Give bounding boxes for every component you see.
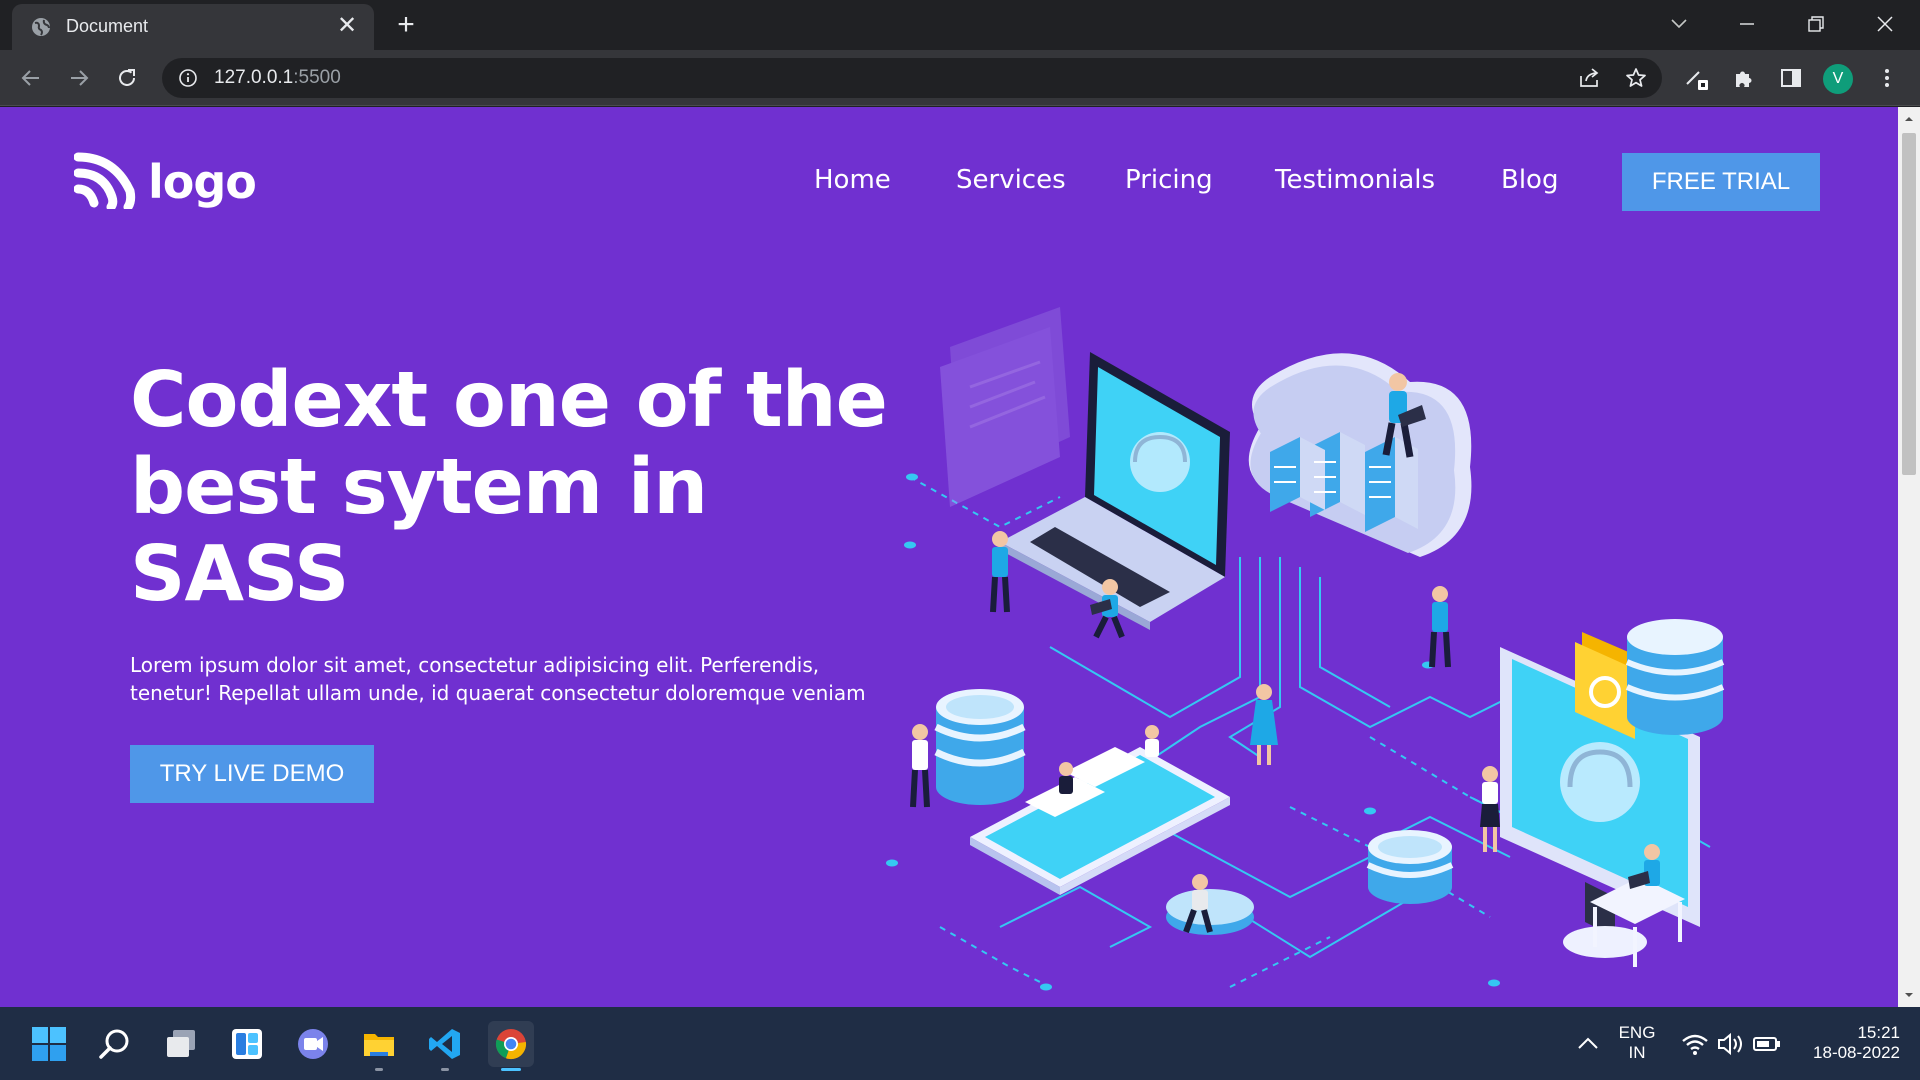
chrome-icon (495, 1029, 527, 1060)
widgets-icon (232, 1029, 262, 1059)
profile-avatar[interactable]: V (1823, 64, 1853, 94)
nav-blog[interactable]: Blog (1501, 165, 1558, 195)
new-tab-button[interactable]: + (390, 10, 422, 42)
windows-taskbar: ENG IN 15:21 18-08-2022 (0, 1007, 1920, 1080)
page-scrollbar[interactable] (1898, 107, 1920, 1007)
teams-chat-button[interactable] (290, 1021, 336, 1067)
url-port: :5500 (293, 67, 341, 88)
vscode-button[interactable] (422, 1021, 468, 1071)
person-white-top (1480, 766, 1500, 852)
logo-text: logo (148, 155, 257, 209)
language-indicator[interactable]: ENG IN (1612, 1023, 1662, 1063)
tab-title: Document (66, 16, 149, 36)
side-panel-icon (1781, 69, 1801, 87)
scrollbar-thumb[interactable] (1902, 133, 1916, 475)
person-white-shirt (910, 724, 930, 808)
cloud-servers-illustration (1248, 353, 1472, 557)
clock[interactable]: 15:21 18-08-2022 (1790, 1023, 1900, 1063)
hero-illustration (886, 307, 1725, 991)
database-illustration (934, 689, 1026, 805)
menu-button[interactable] (1870, 61, 1904, 95)
running-indicator (441, 1068, 449, 1071)
try-live-demo-button[interactable]: TRY LIVE DEMO (130, 745, 374, 803)
region-code: IN (1628, 1043, 1646, 1062)
database-small-illustration (1366, 830, 1454, 904)
person-with-phone (1429, 586, 1451, 668)
windows-logo-icon (32, 1027, 66, 1061)
logo-mark-icon (74, 152, 136, 209)
database-right-illustration (1625, 619, 1725, 735)
close-icon (1877, 16, 1893, 32)
pen-icon (1686, 71, 1708, 90)
task-view-icon (167, 1030, 195, 1057)
tab-close-icon[interactable]: ✕ (334, 13, 360, 39)
reload-button[interactable] (110, 61, 144, 95)
hero-title: Codext one of the best sytem in SASS (130, 356, 888, 619)
share-icon[interactable] (1578, 67, 1602, 94)
person-standing-left (990, 531, 1010, 613)
show-hidden-icons-button[interactable] (1565, 1021, 1611, 1067)
browser-toolbar: 127.0.0.1:5500 V (0, 50, 1920, 106)
address-bar[interactable]: 127.0.0.1:5500 (162, 58, 1662, 98)
active-indicator (501, 1068, 521, 1071)
file-explorer-button[interactable] (356, 1021, 402, 1071)
free-trial-button[interactable]: FREE TRIAL (1622, 153, 1820, 211)
web-page: logo Home Services Pricing Testimonials … (0, 107, 1898, 1007)
hero-description: Lorem ipsum dolor sit amet, consectetur … (130, 653, 866, 705)
chevron-down-icon (1671, 19, 1687, 29)
chevron-up-icon (1578, 1037, 1598, 1049)
tab-search-button[interactable] (1654, 6, 1704, 42)
minimize-button[interactable] (1722, 6, 1772, 42)
forward-button[interactable] (62, 61, 96, 95)
address-url[interactable]: 127.0.0.1:5500 (214, 67, 341, 89)
code-panel-illustration (940, 307, 1070, 507)
close-window-button[interactable] (1860, 6, 1910, 42)
kebab-menu-icon (1885, 69, 1889, 87)
site-info-icon[interactable] (178, 68, 198, 93)
clock-date: 18-08-2022 (1813, 1043, 1900, 1062)
minimize-icon (1740, 23, 1754, 25)
vscode-icon (429, 1029, 460, 1059)
url-host: 127.0.0.1 (214, 67, 294, 88)
extension-pen-button[interactable] (1680, 61, 1714, 95)
nav-pricing[interactable]: Pricing (1125, 165, 1213, 195)
folder-icon (364, 1034, 394, 1056)
running-indicator (375, 1068, 383, 1071)
scroll-down-arrow-icon (1905, 993, 1913, 997)
reload-icon (119, 69, 135, 86)
nav-home[interactable]: Home (814, 165, 891, 195)
restore-icon (1808, 16, 1824, 32)
search-icon (99, 1029, 129, 1059)
browser-tab-strip: Document ✕ + (0, 0, 1920, 50)
nav-testimonials[interactable]: Testimonials (1275, 165, 1435, 195)
browser-tab[interactable]: Document ✕ (12, 4, 374, 50)
chat-icon (298, 1029, 328, 1059)
extensions-button[interactable] (1727, 61, 1761, 95)
bookmark-star-icon[interactable] (1624, 66, 1648, 95)
battery-status[interactable] (1744, 1021, 1790, 1067)
widgets-button[interactable] (224, 1021, 270, 1067)
back-button[interactable] (14, 61, 48, 95)
globe-icon (30, 16, 52, 38)
scroll-up-arrow-icon (1905, 117, 1913, 121)
back-arrow-icon (21, 70, 39, 86)
side-panel-button[interactable] (1774, 61, 1808, 95)
search-button[interactable] (92, 1021, 138, 1067)
restore-button[interactable] (1791, 6, 1841, 42)
start-button[interactable] (26, 1021, 72, 1067)
language-code: ENG (1618, 1023, 1656, 1042)
nav-services[interactable]: Services (956, 165, 1066, 195)
clock-time: 15:21 (1857, 1023, 1900, 1042)
task-view-button[interactable] (158, 1021, 204, 1067)
battery-icon (1753, 1037, 1780, 1051)
puzzle-icon (1736, 71, 1752, 87)
chrome-button[interactable] (488, 1021, 534, 1071)
forward-arrow-icon (71, 70, 89, 86)
